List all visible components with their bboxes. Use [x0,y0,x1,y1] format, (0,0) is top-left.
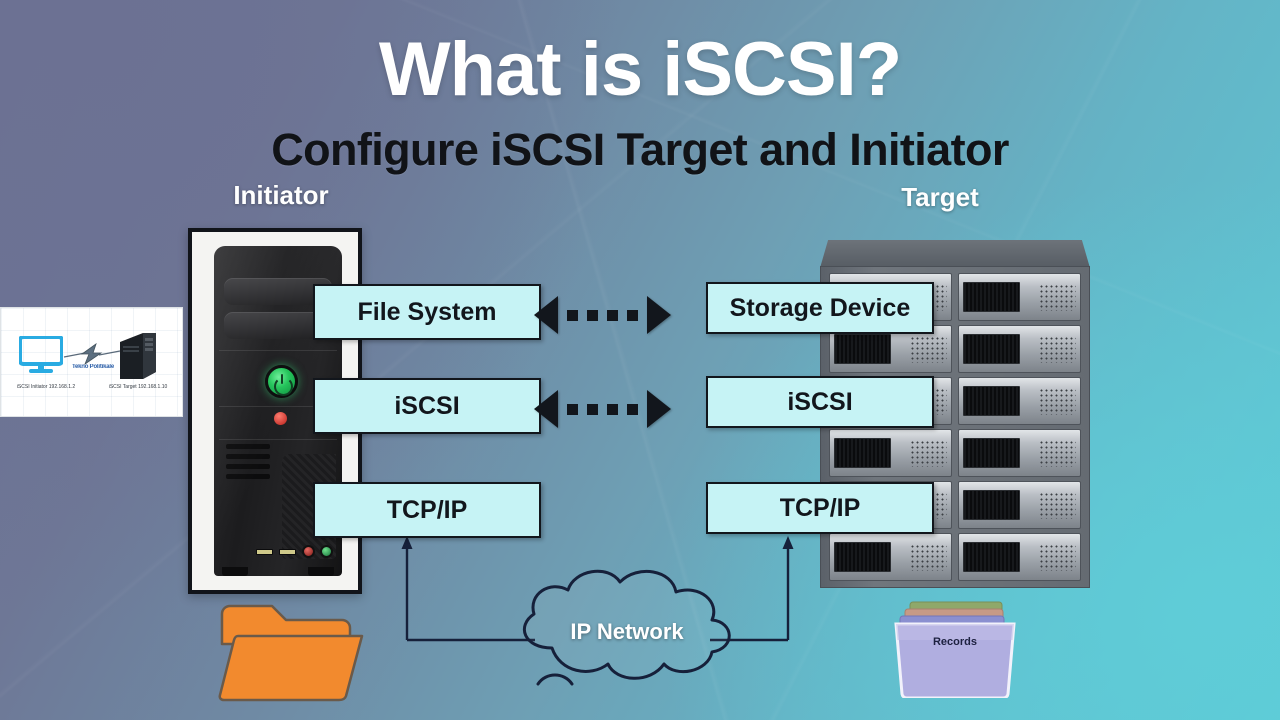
audio-jack-icon [320,545,333,558]
inset-thumbnail-card[interactable]: Tekno Politikale iSCSI Initiator 192.168… [0,307,183,417]
rack-blade [958,273,1081,321]
box-tcpip-target[interactable]: TCP/IP [706,482,934,534]
monitor-icon [19,336,63,373]
arrow-file-system-storage [534,296,671,334]
page-title: What is iSCSI? [378,27,902,112]
box-iscsi-initiator[interactable]: iSCSI [313,378,541,434]
box-iscsi-target[interactable]: iSCSI [706,376,934,428]
usb-port-icon [279,549,296,555]
inset-left-caption: iSCSI Initiator 192.168.1.2 [16,384,76,390]
box-tcpip-initiator[interactable]: TCP/IP [313,482,541,538]
page-subtitle: Configure iSCSI Target and Initiator [271,124,1009,175]
rack-blade [958,481,1081,529]
pc-foot [222,567,248,576]
pc-seam [219,350,337,351]
audio-jack-icon [302,545,315,558]
inset-right-caption: iSCSI Target 192.168.1.10 [108,384,168,390]
records-file-box-icon [894,601,1016,698]
box-file-system[interactable]: File System [313,284,541,340]
pc-foot [308,567,334,576]
server-tower-icon [120,333,156,379]
box-storage-device[interactable]: Storage Device [706,282,934,334]
ip-network-label: IP Network [570,619,684,644]
target-label: Target [901,182,979,212]
pc-vents [226,444,270,484]
rack-blade [829,429,952,477]
records-label: Records [932,636,978,648]
folder-icon [218,604,364,702]
pc-seam [219,439,337,440]
rack-blade [958,429,1081,477]
initiator-label: Initiator [233,180,329,210]
arrow-iscsi-iscsi [534,390,671,428]
activity-led-icon [274,412,287,425]
rack-top [820,240,1090,268]
rack-blade [958,325,1081,373]
rack-blade [958,377,1081,425]
inset-middle-caption: Tekno Politikale [71,364,115,370]
lightning-link-icon [63,342,121,366]
rack-blade [958,533,1081,581]
usb-port-icon [256,549,273,555]
power-button-icon[interactable] [265,365,298,398]
